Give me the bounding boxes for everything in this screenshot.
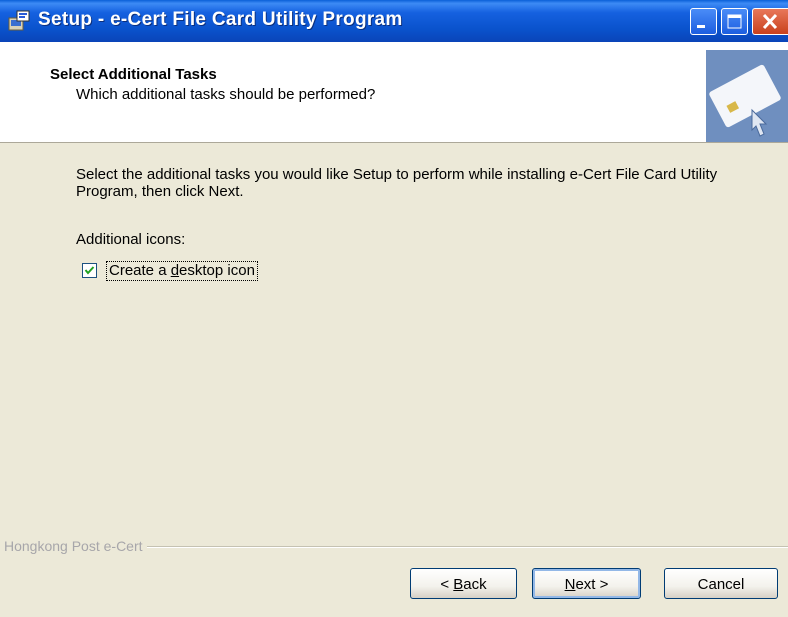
back-button[interactable]: < Back xyxy=(410,568,517,599)
setup-app-icon xyxy=(8,10,30,31)
check-icon xyxy=(84,266,95,275)
additional-icons-label: Additional icons: xyxy=(76,231,186,248)
title-bar[interactable]: Setup - e-Cert File Card Utility Program xyxy=(0,0,788,42)
desktop-icon-checkbox[interactable] xyxy=(82,263,97,278)
page-title: Select Additional Tasks xyxy=(50,66,217,83)
smart-card-icon xyxy=(706,50,788,142)
maximize-button[interactable] xyxy=(721,8,748,35)
minimize-icon xyxy=(697,25,705,28)
wizard-header: Select Additional Tasks Which additional… xyxy=(0,42,788,143)
brand-label: Hongkong Post e-Cert xyxy=(4,538,147,554)
minimize-button[interactable] xyxy=(690,8,717,35)
description-text: Select the additional tasks you would li… xyxy=(76,166,718,200)
window-title: Setup - e-Cert File Card Utility Program xyxy=(38,9,403,30)
close-button[interactable] xyxy=(752,8,788,35)
maximize-icon xyxy=(727,14,742,29)
next-button[interactable]: Next > xyxy=(532,568,641,599)
cancel-button[interactable]: Cancel xyxy=(664,568,778,599)
close-icon xyxy=(762,13,778,30)
setup-window: Setup - e-Cert File Card Utility Program… xyxy=(0,0,788,617)
page-subtitle: Which additional tasks should be perform… xyxy=(76,86,376,103)
desktop-icon-label[interactable]: Create a desktop icon xyxy=(106,261,258,281)
